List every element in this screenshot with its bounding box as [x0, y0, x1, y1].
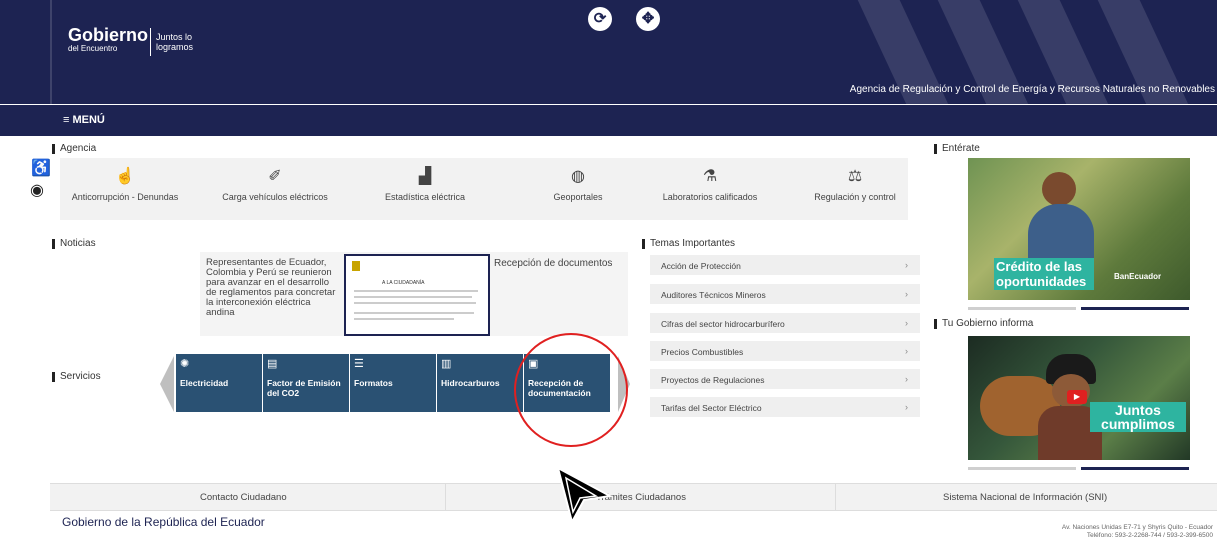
thumb-line	[354, 296, 472, 298]
footer-link-sni[interactable]: Sistema Nacional de Información (SNI)	[943, 492, 1107, 503]
topic-item[interactable]: Auditores Técnicos Mineros ›	[650, 284, 920, 304]
agency-item-label: Carga vehículos eléctricos	[222, 192, 328, 202]
footer-links-bar: Contacto Ciudadano Trámites Ciudadanos S…	[50, 483, 1217, 511]
emblem-icon	[352, 261, 360, 271]
topic-item[interactable]: Tarifas del Sector Eléctrico ›	[650, 397, 920, 417]
footer-address: Av. Naciones Unidas E7-71 y Shyris Quito…	[1062, 524, 1213, 540]
mouse-cursor-icon	[556, 466, 612, 524]
logo-slogan: Juntos lo logramos	[156, 32, 194, 52]
chevron-right-icon: ›	[905, 346, 908, 356]
chevron-right-icon: ›	[905, 260, 908, 270]
carousel-indicator[interactable]	[968, 467, 1076, 470]
footer-gov-title: Gobierno de la República del Ecuador	[62, 515, 265, 529]
address-line: Av. Naciones Unidas E7-71 y Shyris Quito…	[1061, 524, 1213, 531]
gobierno-informa-title: Tu Gobierno informa	[933, 318, 1034, 329]
agency-item-geoportales[interactable]: ◍ Geoportales	[513, 158, 643, 220]
carousel-indicator[interactable]	[968, 307, 1076, 310]
document-icon: ▤	[267, 358, 278, 370]
agency-item-regulacion[interactable]: ⚖ Regulación y control	[790, 158, 920, 220]
gobierno-logo[interactable]: Gobierno del Encuentro Juntos lo logramo…	[68, 25, 193, 56]
chevron-right-icon: ›	[905, 374, 908, 384]
banecuador-brand: BanEcuador	[1114, 272, 1162, 281]
service-electricidad[interactable]: ✺ Electricidad	[176, 354, 263, 412]
topic-item[interactable]: Acción de Protección ›	[650, 255, 920, 275]
chevron-right-icon: ›	[905, 318, 908, 328]
services-title: Servicios	[52, 371, 101, 382]
thumb-line	[354, 290, 478, 292]
service-label: Electricidad	[180, 378, 229, 388]
carousel-indicator-active[interactable]	[1081, 307, 1189, 310]
move-icon[interactable]: ✥	[636, 7, 660, 31]
agency-item-estadistica[interactable]: ▟ Estadística eléctrica	[360, 158, 490, 220]
address-line: Teléfono: 593-2-2268-744 / 593-2-399-650…	[1086, 532, 1213, 539]
chevron-right-icon: ›	[905, 402, 908, 412]
footer-divider	[445, 484, 446, 510]
topic-label: Proyectos de Regulaciones	[661, 375, 765, 385]
carousel-indicator-active[interactable]	[1081, 467, 1189, 470]
topic-label: Precios Combustibles	[661, 347, 744, 357]
topic-item[interactable]: Cifras del sector hidrocarburífero ›	[650, 313, 920, 333]
agency-item-label: Estadística eléctrica	[384, 192, 466, 202]
service-factor-emision[interactable]: ▤ Factor de Emisión del CO2	[263, 354, 350, 412]
plug-icon: ✐	[268, 168, 282, 185]
service-label: Hidrocarburos	[441, 378, 500, 388]
topic-item[interactable]: Precios Combustibles ›	[650, 341, 920, 361]
person-head	[1042, 172, 1076, 206]
agency-item-label: Anticorrupción - Denundas	[71, 192, 179, 202]
annotation-circle	[514, 333, 628, 447]
gobierno-informa-video[interactable]: ▶ Juntos cumplimos	[968, 336, 1190, 460]
enterate-promo-text: Crédito de las oportunidades	[994, 258, 1094, 290]
logo-brand: Gobierno	[68, 25, 148, 45]
news-thumbnail[interactable]: A LA CIUDADANÍA	[344, 254, 490, 336]
news-caption[interactable]: Recepción de documentos	[494, 258, 612, 269]
logo-sub: del Encuentro	[68, 44, 118, 53]
thumb-line	[354, 312, 474, 314]
topic-label: Auditores Técnicos Mineros	[661, 290, 766, 300]
menu-button[interactable]: ≡ MENÚ	[63, 114, 105, 126]
agency-item-anticorrupcion[interactable]: ☝ Anticorrupción - Denundas	[60, 158, 190, 220]
logo-divider	[150, 28, 151, 56]
thumb-title: A LA CIUDADANÍA	[382, 280, 425, 286]
topic-label: Acción de Protección	[661, 261, 741, 271]
menu-bar: ≡ MENÚ	[0, 105, 1217, 136]
accessibility-icon[interactable]: ♿	[31, 158, 51, 178]
agency-item-carga[interactable]: ✐ Carga vehículos eléctricos	[210, 158, 340, 220]
enterate-title: Entérate	[934, 143, 980, 154]
service-label: Factor de Emisión del CO2	[267, 378, 341, 398]
carousel-prev-button[interactable]	[160, 356, 174, 412]
footer-divider	[835, 484, 836, 510]
rotate-icon[interactable]: ⟳	[588, 7, 612, 31]
agency-item-laboratorios[interactable]: ⚗ Laboratorios calificados	[645, 158, 775, 220]
topics-title: Temas Importantes	[641, 238, 736, 249]
news-title: Noticias	[52, 238, 96, 249]
topic-label: Cifras del sector hidrocarburífero	[661, 319, 785, 329]
topic-item[interactable]: Proyectos de Regulaciones ›	[650, 369, 920, 389]
thumb-line	[354, 318, 454, 320]
hand-icon: ☝	[115, 168, 135, 185]
footer-link-contacto[interactable]: Contacto Ciudadano	[200, 492, 287, 503]
play-icon[interactable]: ▶	[1067, 390, 1087, 404]
eye-icon[interactable]: ◉	[30, 180, 44, 200]
service-label: Formatos	[354, 378, 393, 388]
service-hidrocarburos[interactable]: ▥ Hidrocarburos	[437, 354, 524, 412]
news-headline[interactable]: Representantes de Ecuador, Colombia y Pe…	[206, 258, 336, 318]
agency-row: ☝ Anticorrupción - Denundas ✐ Carga vehí…	[60, 158, 908, 220]
chart-icon: ▟	[418, 168, 432, 185]
gobierno-informa-promo-text: Juntos cumplimos	[1090, 402, 1186, 432]
enterate-banner[interactable]: Crédito de las oportunidades BanEcuador	[968, 158, 1190, 300]
scale-icon: ⚖	[847, 168, 863, 185]
agency-title: Agencia	[51, 143, 97, 154]
topic-label: Tarifas del Sector Eléctrico	[661, 403, 762, 413]
agency-item-label: Regulación y control	[814, 192, 896, 202]
agency-item-label: Laboratorios calificados	[662, 192, 758, 202]
agency-item-label: Geoportales	[553, 192, 603, 202]
service-formatos[interactable]: ☰ Formatos	[350, 354, 437, 412]
flask-icon: ⚗	[702, 168, 718, 185]
thumb-line	[354, 302, 476, 304]
list-icon: ☰	[354, 358, 364, 370]
bulb-icon: ✺	[180, 358, 190, 370]
chevron-right-icon: ›	[905, 289, 908, 299]
globe-icon: ◍	[571, 168, 585, 185]
barrel-icon: ▥	[441, 358, 452, 370]
